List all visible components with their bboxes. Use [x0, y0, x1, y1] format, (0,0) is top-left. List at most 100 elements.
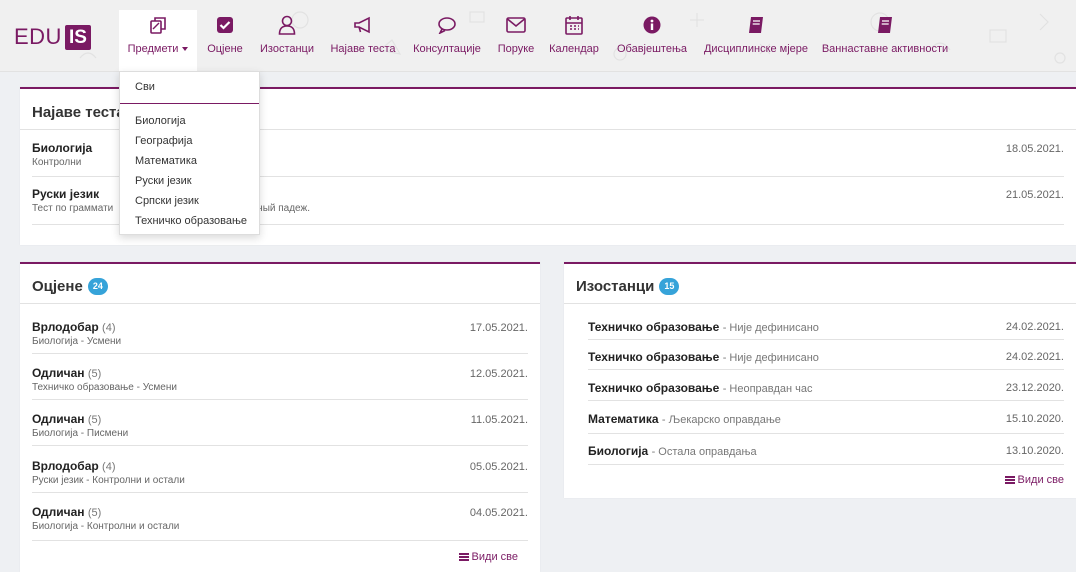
see-all-label: Види све	[471, 551, 518, 563]
nav-calendar[interactable]: Календар	[549, 14, 599, 55]
grade-name: Врлодобар	[32, 320, 99, 334]
panel-title: Оцјене 24	[32, 278, 108, 295]
absence-reason: - Није дефинисано	[722, 352, 819, 364]
list-item[interactable]: Одличан (5) Биологија - Писмени 11.05.20…	[32, 412, 528, 446]
see-all-label: Види све	[1017, 474, 1064, 486]
grade-date: 17.05.2021.	[469, 322, 528, 334]
nav-grades[interactable]: Оцјене	[205, 14, 245, 55]
dropdown-item-subject[interactable]: Математика	[135, 155, 197, 167]
divider	[564, 303, 1076, 304]
grade-name: Одличан	[32, 412, 85, 426]
nav-disciplinary[interactable]: Дисциплинске мјере	[703, 14, 809, 55]
absence-date: 24.02.2021.	[1005, 351, 1064, 363]
logo-text: EDU	[14, 24, 62, 49]
grade-date: 12.05.2021.	[469, 368, 528, 380]
absence-subject: Математика	[588, 412, 659, 426]
absences-title: Изостанци	[576, 278, 655, 295]
test-announcements-title: Најаве теста	[32, 104, 125, 121]
absence-reason: - Љекарско оправдање	[661, 414, 781, 426]
absence-date: 13.10.2020.	[1005, 445, 1064, 457]
nav-consultations[interactable]: Консултације	[412, 14, 482, 55]
nav-absences[interactable]: Изостанци	[258, 14, 316, 55]
grade-date: 05.05.2021.	[469, 461, 528, 473]
list-item[interactable]: Одличан (5) Техничко образовање - Усмени…	[32, 366, 528, 400]
announcement-date: 21.05.2021.	[1005, 189, 1064, 201]
grade-value: (5)	[87, 414, 102, 426]
nav-messages-label: Поруке	[497, 43, 535, 55]
nav-test-announcements[interactable]: Најаве теста	[330, 14, 396, 55]
nav-notifications[interactable]: Обавјештења	[617, 14, 687, 55]
list-icon	[1004, 475, 1015, 485]
divider	[20, 303, 540, 304]
person-icon	[278, 14, 296, 36]
edu-is-logo[interactable]: EDU IS	[14, 24, 91, 50]
nav-absences-label: Изостанци	[260, 43, 314, 55]
grade-value: (5)	[87, 368, 102, 380]
list-item[interactable]: Врлодобар (4) Руски језик - Контролни и …	[32, 459, 528, 493]
see-all-absences-link[interactable]: Види све	[1004, 474, 1064, 486]
announcement-date: 18.05.2021.	[1005, 143, 1064, 155]
absence-reason: - Није дефинисано	[722, 322, 819, 334]
grades-count-badge: 24	[87, 278, 108, 295]
dropdown-item-subject[interactable]: Географија	[135, 135, 192, 147]
info-icon	[643, 14, 661, 36]
nav-disciplinary-label: Дисциплинске мјере	[703, 43, 809, 55]
panel-title: Изостанци 15	[576, 278, 680, 295]
nav-notifications-label: Обавјештења	[616, 43, 688, 55]
absence-subject: Биологија	[588, 444, 649, 458]
check-square-icon	[216, 14, 234, 36]
absence-date: 15.10.2020.	[1005, 413, 1064, 425]
grade-date: 04.05.2021.	[469, 507, 528, 519]
nav-test-announcements-label: Најаве теста	[330, 43, 396, 55]
list-item[interactable]: Одличан (5) Биологија - Контролни и оста…	[32, 505, 528, 541]
list-item[interactable]: Техничко образовање - Неоправдан час 23.…	[588, 381, 1064, 401]
grade-detail: Биологија - Писмени	[32, 428, 129, 439]
dropdown-item-subject[interactable]: Биологија	[135, 115, 186, 127]
absence-subject: Техничко образовање	[588, 350, 720, 364]
grade-detail: Руски језик - Контролни и остали	[32, 475, 185, 486]
subjects-dropdown-menu: Сви Биологија Географија Математика Руск…	[119, 71, 260, 235]
grades-panel: Оцјене 24 Врлодобар (4) Биологија - Усме…	[20, 262, 540, 572]
book-icon	[877, 14, 893, 36]
chat-icon	[437, 14, 457, 36]
list-icon	[458, 552, 469, 562]
nav-subjects-label: Предмети	[127, 43, 179, 55]
absences-count-badge: 15	[659, 278, 680, 295]
list-item[interactable]: Биологија - Остала оправдања 13.10.2020.	[588, 444, 1064, 465]
list-item[interactable]: Врлодобар (4) Биологија - Усмени 17.05.2…	[32, 320, 528, 354]
absences-panel: Изостанци 15 Техничко образовање - Није …	[564, 262, 1076, 498]
calendar-icon	[565, 14, 583, 36]
list-item[interactable]: Математика - Љекарско оправдање 15.10.20…	[588, 412, 1064, 434]
list-item[interactable]: Техничко образовање - Није дефинисано 24…	[588, 350, 1064, 370]
nav-extracurricular-label: Ваннаставне активности	[821, 43, 949, 55]
grade-name: Одличан	[32, 505, 85, 519]
book-icon	[748, 14, 764, 36]
absence-date: 23.12.2020.	[1005, 382, 1064, 394]
nav-messages[interactable]: Поруке	[496, 14, 536, 55]
absence-reason: - Остала оправдања	[651, 446, 757, 458]
absence-subject: Техничко образовање	[588, 381, 720, 395]
nav-extracurricular[interactable]: Ваннаставне активности	[822, 14, 948, 55]
grade-value: (5)	[87, 507, 102, 519]
dropdown-item-subject[interactable]: Руски језик	[135, 175, 192, 187]
dropdown-item-subject[interactable]: Српски језик	[135, 195, 199, 207]
dropdown-item-subject[interactable]: Техничко образовање	[135, 215, 247, 227]
chevron-down-icon	[182, 47, 189, 52]
absence-subject: Техничко образовање	[588, 320, 720, 334]
grade-detail: Биологија - Контролни и остали	[32, 521, 180, 532]
grades-title: Оцјене	[32, 278, 83, 295]
grade-value: (4)	[102, 461, 116, 473]
grade-detail: Техничко образовање - Усмени	[32, 382, 177, 393]
grade-value: (4)	[102, 322, 116, 334]
list-item[interactable]: Техничко образовање - Није дефинисано 24…	[588, 320, 1064, 340]
nav-grades-label: Оцјене	[207, 43, 243, 55]
dropdown-divider	[120, 103, 259, 104]
subjects-icon	[148, 14, 168, 36]
dropdown-item-all[interactable]: Сви	[135, 81, 155, 93]
nav-subjects[interactable]: Предмети	[119, 10, 197, 72]
grade-detail: Биологија - Усмени	[32, 336, 122, 347]
see-all-grades-link[interactable]: Види све	[458, 551, 518, 563]
absence-date: 24.02.2021.	[1005, 321, 1064, 333]
nav-consultations-label: Консултације	[413, 43, 481, 55]
top-navigation: EDU IS Предмети Оцјене Изостанци Најаве …	[0, 0, 1076, 72]
